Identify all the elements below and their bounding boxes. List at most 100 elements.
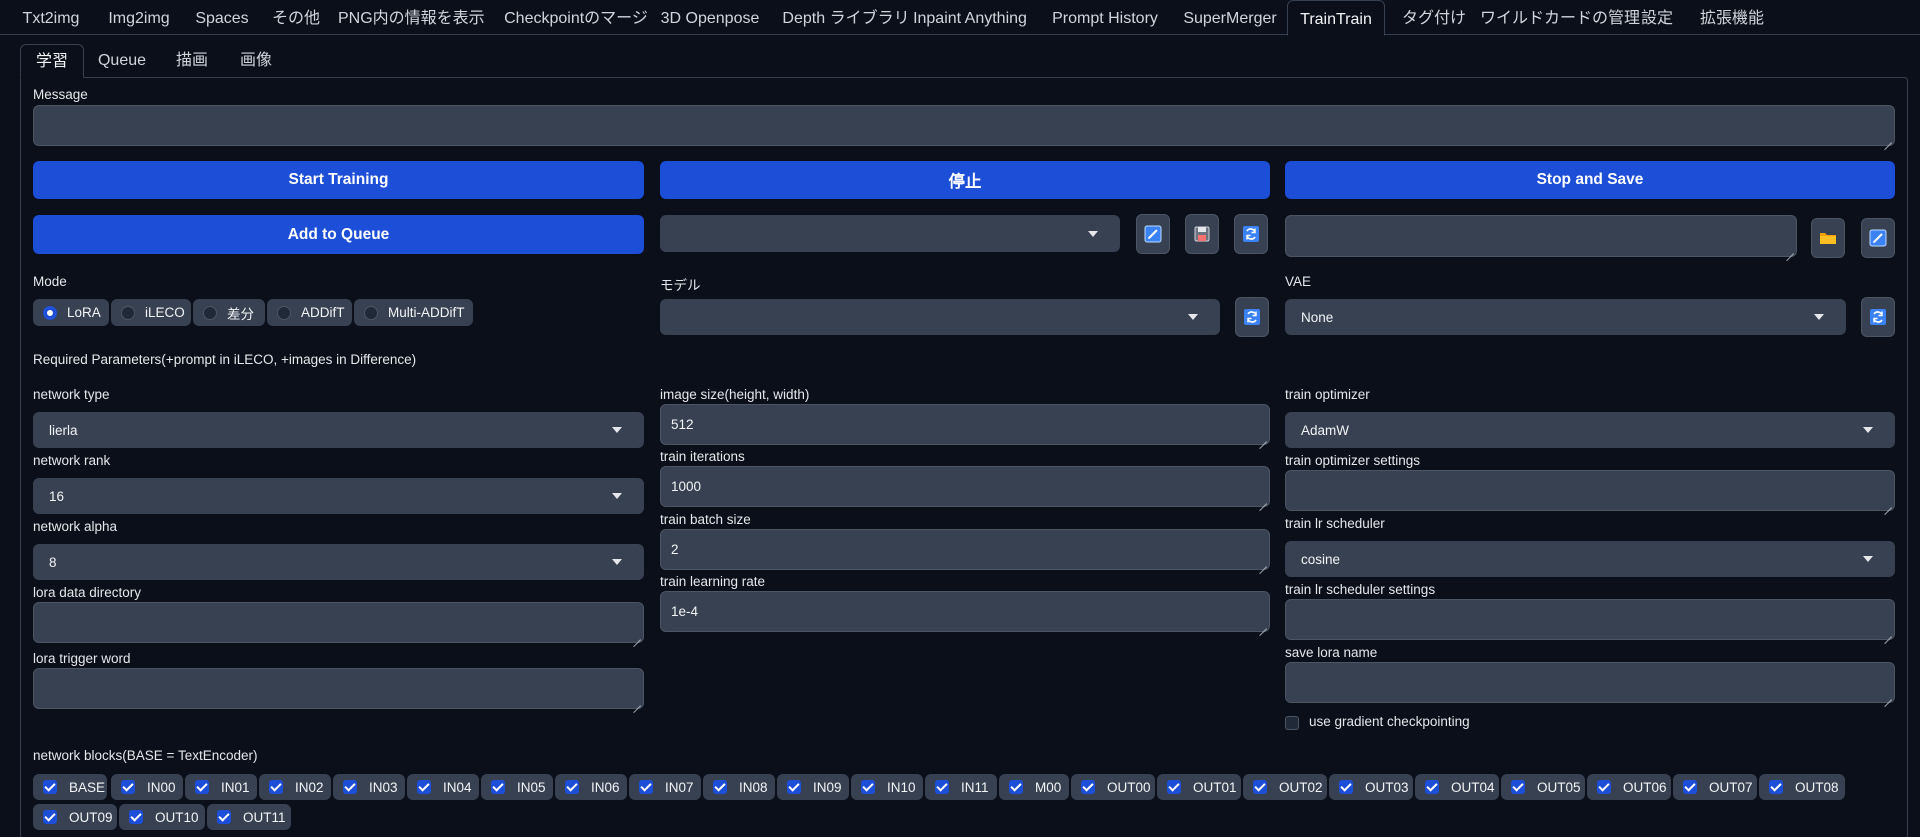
resize-handle-icon[interactable] [1786,246,1794,254]
preset-path-field[interactable] [1285,215,1797,257]
tab-3d-openpose[interactable]: 3D Openpose [660,0,760,35]
train-optimizer-settings-field[interactable] [1285,470,1895,511]
tab-png-info[interactable]: PNG内の情報を表示 [338,0,485,35]
block-checkbox-out07[interactable]: OUT07 [1673,774,1757,800]
subtab-images[interactable]: 画像 [228,44,284,77]
lora-trigger-word-field[interactable] [33,668,644,709]
block-checkbox-in07[interactable]: IN07 [629,774,701,800]
train-learning-rate-field[interactable]: 1e-4 [660,591,1270,632]
block-checkbox-out08[interactable]: OUT08 [1759,774,1845,800]
resize-handle-icon[interactable] [1884,629,1892,637]
mode-option-ileco[interactable]: iLECO [111,299,191,326]
block-checkbox-in04[interactable]: IN04 [407,774,479,800]
block-checkbox-out05[interactable]: OUT05 [1501,774,1585,800]
edit-path-button[interactable] [1861,218,1895,258]
block-checkbox-in02[interactable]: IN02 [259,774,331,800]
tab-spaces[interactable]: Spaces [188,0,256,35]
block-checkbox-out11[interactable]: OUT11 [207,804,291,830]
block-checkbox-in06[interactable]: IN06 [555,774,627,800]
image-size-field[interactable]: 512 [660,404,1270,445]
tab-traintrain[interactable]: TrainTrain [1287,0,1385,36]
block-checkbox-out04[interactable]: OUT04 [1415,774,1499,800]
resize-handle-icon[interactable] [1259,559,1267,567]
edit-preset-button[interactable] [1136,214,1170,254]
mode-option-multi-addift[interactable]: Multi-ADDifT [354,299,473,326]
gradient-checkpointing-checkbox[interactable] [1285,716,1299,730]
preset-dropdown[interactable] [660,215,1120,252]
block-checkbox-in09[interactable]: IN09 [777,774,849,800]
block-checkbox-in00[interactable]: IN00 [111,774,183,800]
block-checkbox-in10[interactable]: IN10 [851,774,923,800]
open-folder-button[interactable] [1811,218,1845,258]
tab-inpaint-anything[interactable]: Inpaint Anything [908,0,1032,35]
resize-handle-icon[interactable] [633,698,641,706]
network-type-dropdown[interactable]: lierla [33,412,644,448]
train-lr-scheduler-dropdown[interactable]: cosine [1285,541,1895,577]
block-checkbox-out09[interactable]: OUT09 [33,804,117,830]
subtab-training[interactable]: 学習 [20,44,84,78]
subtab-queue[interactable]: Queue [92,44,152,77]
tab-extensions[interactable]: 拡張機能 [1696,0,1768,35]
save-preset-button[interactable] [1185,214,1219,254]
tab-prompt-history[interactable]: Prompt History [1046,0,1164,35]
message-field[interactable] [33,105,1895,146]
refresh-vae-button[interactable] [1861,297,1895,337]
model-dropdown[interactable] [660,299,1220,335]
block-checkbox-m00[interactable]: M00 [999,774,1069,800]
block-checkbox-in08[interactable]: IN08 [703,774,775,800]
block-checkbox-in05[interactable]: IN05 [481,774,553,800]
block-checkbox-out03[interactable]: OUT03 [1329,774,1413,800]
block-checkbox-in11[interactable]: IN11 [925,774,997,800]
lora-data-directory-field[interactable] [33,602,644,643]
block-checkbox-out10[interactable]: OUT10 [119,804,205,830]
vae-dropdown[interactable]: None [1285,299,1846,335]
train-batch-size-value: 2 [671,542,679,557]
block-checkbox-out01[interactable]: OUT01 [1157,774,1241,800]
mode-option-lora[interactable]: LoRA [33,299,109,326]
block-checkbox-base[interactable]: BASE [33,774,107,800]
block-checkbox-out06[interactable]: OUT06 [1587,774,1671,800]
block-checkbox-in03[interactable]: IN03 [333,774,405,800]
stop-button[interactable]: 停止 [660,161,1270,199]
network-rank-dropdown[interactable]: 16 [33,478,644,514]
resize-handle-icon[interactable] [1259,434,1267,442]
model-label: モデル [660,278,701,293]
block-checkbox-out00[interactable]: OUT00 [1071,774,1155,800]
train-lr-scheduler-settings-field[interactable] [1285,599,1895,640]
tab-img2img[interactable]: Img2img [96,0,182,35]
resize-handle-icon[interactable] [633,632,641,640]
stop-and-save-button[interactable]: Stop and Save [1285,161,1895,199]
tab-others[interactable]: その他 [264,0,328,35]
save-lora-name-field[interactable] [1285,662,1895,703]
block-checkbox-out02[interactable]: OUT02 [1243,774,1327,800]
mode-option-difference[interactable]: 差分 [193,299,265,326]
train-batch-size-field[interactable]: 2 [660,529,1270,570]
subtab-draw[interactable]: 描画 [164,44,220,77]
start-training-button[interactable]: Start Training [33,161,644,199]
block-label: OUT01 [1193,779,1237,795]
train-optimizer-dropdown[interactable]: AdamW [1285,412,1895,448]
tab-txt2img[interactable]: Txt2img [12,0,90,35]
tab-tagging[interactable]: タグ付け [1396,0,1472,35]
resize-handle-icon[interactable] [1259,621,1267,629]
refresh-models-button[interactable] [1235,297,1269,337]
resize-handle-icon[interactable] [1884,135,1892,143]
resize-handle-icon[interactable] [1259,496,1267,504]
resize-handle-icon[interactable] [1884,692,1892,700]
chevron-down-icon [1814,314,1824,320]
refresh-presets-button[interactable] [1234,214,1268,254]
refresh-icon [1244,309,1260,325]
resize-handle-icon[interactable] [1884,500,1892,508]
network-alpha-dropdown[interactable]: 8 [33,544,644,580]
chevron-down-icon [1088,230,1098,237]
mode-option-addift[interactable]: ADDifT [267,299,352,326]
tab-settings[interactable]: 設定 [1640,0,1674,35]
tab-checkpoint-merger[interactable]: Checkpointのマージ [504,0,648,35]
tab-depth-library[interactable]: Depth ライブラリ [774,0,918,35]
add-to-queue-button[interactable]: Add to Queue [33,215,644,254]
tab-wildcards[interactable]: ワイルドカードの管理 [1480,0,1640,35]
block-checkbox-in01[interactable]: IN01 [185,774,257,800]
tab-supermerger[interactable]: SuperMerger [1180,0,1280,35]
vae-label: VAE [1285,274,1312,289]
train-iterations-field[interactable]: 1000 [660,466,1270,507]
